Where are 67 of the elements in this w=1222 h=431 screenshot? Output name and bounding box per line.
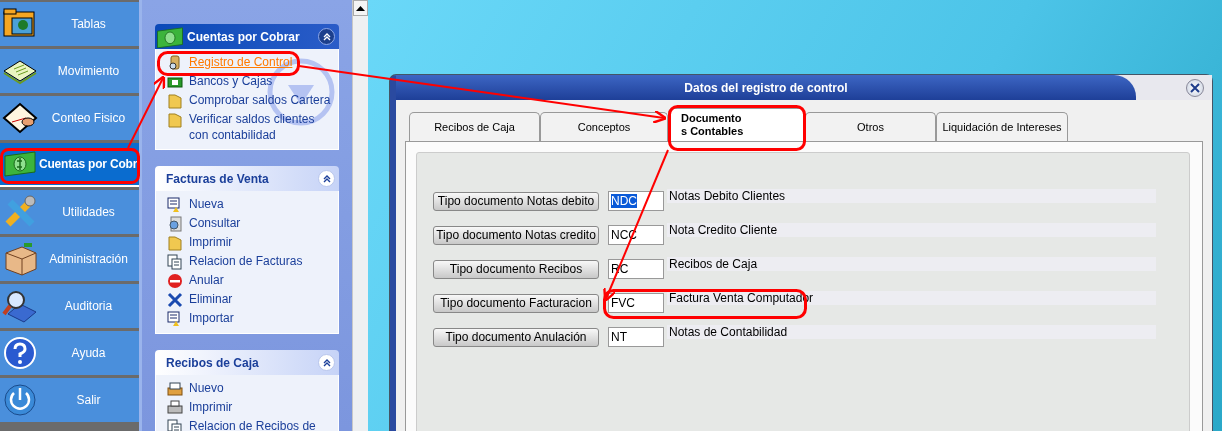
group-header[interactable]: Facturas de Venta xyxy=(155,166,339,191)
documents-icon xyxy=(167,254,183,270)
description-text: Notas Debito Clientes xyxy=(667,189,1156,203)
writing-hand-icon xyxy=(2,100,38,136)
no-entry-icon xyxy=(167,273,183,289)
document-type-button[interactable]: Tipo documento Notas debito xyxy=(433,191,599,211)
tab[interactable]: Liquidación de Intereses xyxy=(936,112,1068,141)
code-field[interactable]: NDC xyxy=(608,191,664,211)
cash-icon xyxy=(167,74,183,90)
document-type-button[interactable]: Tipo documento Notas credito xyxy=(433,225,599,245)
description-text: Nota Credito Cliente xyxy=(667,223,1156,237)
tab[interactable]: Documento s Contables xyxy=(668,108,805,141)
task-link[interactable]: Consultar xyxy=(167,215,332,232)
scroll-up-button[interactable] xyxy=(353,0,368,16)
chevron-icon xyxy=(322,32,331,41)
tray-icon xyxy=(167,381,183,397)
collapse-button[interactable] xyxy=(318,28,335,45)
task-link[interactable]: Relacion de Facturas xyxy=(167,253,332,270)
document-icon xyxy=(167,197,183,213)
code-field[interactable]: NT xyxy=(608,327,664,347)
window-title: Datos del registro de control xyxy=(684,80,848,95)
folder-icon xyxy=(167,112,183,128)
magnifier-icon xyxy=(2,288,38,324)
close-icon xyxy=(167,292,183,308)
money-icon xyxy=(155,25,185,48)
group-header[interactable]: Cuentas por Cobrar xyxy=(155,24,339,49)
task-link[interactable]: Importar xyxy=(167,310,332,327)
description-text: Notas de Contabilidad xyxy=(667,325,1156,339)
printer-icon xyxy=(167,400,183,416)
arrow-up-icon xyxy=(356,5,365,11)
collapse-button[interactable] xyxy=(318,354,335,371)
collapse-button[interactable] xyxy=(318,170,335,187)
task-link[interactable]: Imprimir xyxy=(167,234,332,251)
search-icon xyxy=(167,55,183,71)
magnifier-icon xyxy=(167,216,183,232)
code-field[interactable]: FVC xyxy=(608,293,664,313)
folder-icon xyxy=(167,235,183,251)
description-text: Recibos de Caja xyxy=(667,257,1156,271)
group-title: Cuentas por Cobrar xyxy=(187,29,301,44)
document-icon xyxy=(167,311,183,327)
tab[interactable]: Otros xyxy=(805,112,936,141)
task-link[interactable]: Nuevo xyxy=(167,380,332,397)
task-link[interactable]: Comprobar saldos Cartera xyxy=(167,92,332,109)
desk-icon xyxy=(2,241,38,277)
group-header[interactable]: Recibos de Caja xyxy=(155,350,339,375)
chevron-icon xyxy=(322,174,331,183)
group-title: Recibos de Caja xyxy=(166,355,260,370)
tab[interactable]: Recibos de Caja xyxy=(409,112,540,141)
folder-icon xyxy=(167,93,183,109)
document-type-button[interactable]: Tipo documento Recibos xyxy=(433,259,599,279)
task-link[interactable]: Anular xyxy=(167,272,332,289)
close-icon xyxy=(1190,82,1200,93)
task-link[interactable]: Bancos y Cajas xyxy=(167,73,332,90)
task-link[interactable]: Relacion de Recibos de xyxy=(167,418,332,431)
tab[interactable]: Conceptos xyxy=(540,112,668,141)
close-button[interactable] xyxy=(1186,78,1204,97)
task-link[interactable]: Nueva xyxy=(167,196,332,213)
chevron-icon xyxy=(322,358,331,367)
task-link[interactable]: Imprimir xyxy=(167,399,332,416)
help-icon xyxy=(2,335,38,371)
power-icon xyxy=(2,382,38,418)
document-type-button[interactable]: Tipo documento Facturacion xyxy=(433,293,599,313)
task-link[interactable]: Verificar saldos clientes con contabilidad xyxy=(167,111,332,143)
scrollbar[interactable] xyxy=(352,0,368,431)
task-link[interactable]: Eliminar xyxy=(167,291,332,308)
document-type-button[interactable]: Tipo documento Anulación xyxy=(433,327,599,347)
group-title: Facturas de Venta xyxy=(166,171,270,186)
